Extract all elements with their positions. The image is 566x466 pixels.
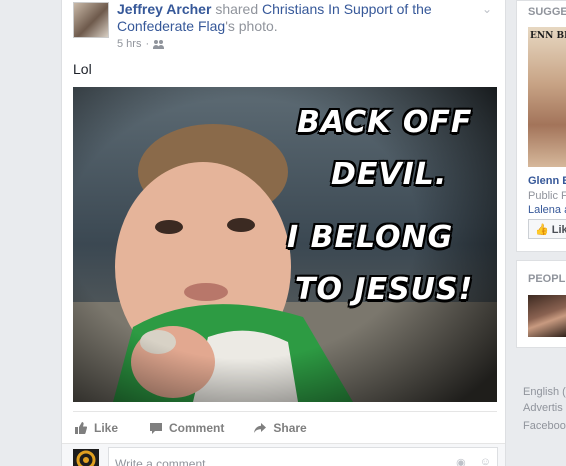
friends-audience-icon[interactable] bbox=[153, 39, 164, 49]
comment-composer: Write a comment... ◉ ☺ bbox=[62, 443, 505, 466]
share-action-button[interactable]: Share bbox=[254, 421, 307, 435]
thumbs-up-icon: 👍 bbox=[535, 224, 549, 236]
page-footer: English ( Advertis Faceboo bbox=[523, 384, 566, 434]
suggested-page-image[interactable]: ENN BECK bbox=[528, 27, 566, 167]
comment-placeholder: Write a comment... bbox=[115, 457, 216, 466]
commenter-avatar-image bbox=[76, 450, 96, 466]
suggested-page-friend-link[interactable]: Lalena a bbox=[528, 204, 566, 216]
comment-bubble-icon bbox=[150, 423, 163, 434]
meme-text-line-4: TO JESUS! bbox=[295, 272, 474, 307]
author-name-link[interactable]: Jeffrey Archer bbox=[117, 1, 211, 17]
suggested-pages-title: SUGGE bbox=[528, 6, 566, 18]
shared-text: shared bbox=[215, 1, 259, 17]
comment-input[interactable]: Write a comment... bbox=[108, 447, 498, 466]
camera-icon[interactable]: ◉ bbox=[456, 456, 466, 466]
post-actions-bar: Like Comment Share bbox=[73, 411, 497, 444]
suggested-page-image-text: ENN BECK bbox=[530, 31, 566, 41]
people-you-may-know-card: PEOPLE bbox=[516, 260, 566, 348]
shared-suffix: 's photo. bbox=[225, 18, 278, 34]
meta-separator: · bbox=[145, 38, 150, 50]
like-page-button[interactable]: 👍 Lik bbox=[528, 219, 566, 239]
person-avatar[interactable] bbox=[528, 295, 566, 337]
meme-text-line-3: I BELONG bbox=[287, 220, 454, 255]
post-card: Jeffrey Archer shared Christians In Supp… bbox=[61, 0, 506, 466]
shared-photo[interactable]: BACK OFF DEVIL. I BELONG TO JESUS! bbox=[73, 87, 497, 402]
post-headline: Jeffrey Archer shared Christians In Supp… bbox=[117, 1, 457, 35]
share-label: Share bbox=[273, 421, 307, 435]
comment-tools: ◉ ☺ bbox=[456, 456, 491, 466]
post-status-text: Lol bbox=[73, 61, 92, 77]
suggested-page-category: Public F bbox=[528, 190, 566, 202]
suggested-page-name-link[interactable]: Glenn B bbox=[528, 175, 566, 187]
thumbs-up-icon bbox=[75, 422, 87, 434]
post-meta: 5 hrs · bbox=[117, 38, 164, 50]
post-header: Jeffrey Archer shared Christians In Supp… bbox=[73, 0, 498, 56]
like-label: Like bbox=[94, 421, 119, 435]
comment-action-button[interactable]: Comment bbox=[150, 421, 224, 435]
people-title: PEOPLE bbox=[528, 273, 566, 285]
chevron-down-icon[interactable]: ⌄ bbox=[482, 2, 492, 16]
like-page-label: Lik bbox=[551, 224, 566, 236]
sticker-icon[interactable]: ☺ bbox=[480, 456, 491, 466]
facebook-copyright-link[interactable]: Faceboo bbox=[523, 420, 566, 432]
post-timestamp[interactable]: 5 hrs bbox=[117, 38, 141, 50]
language-link[interactable]: English ( bbox=[523, 386, 566, 398]
meme-text-line-1: BACK OFF bbox=[297, 105, 473, 140]
author-avatar[interactable] bbox=[73, 2, 109, 38]
comment-label: Comment bbox=[169, 421, 225, 435]
commenter-avatar bbox=[73, 449, 99, 466]
suggested-pages-card: SUGGE ENN BECK Glenn B Public F Lalena a… bbox=[516, 0, 566, 252]
meme-text-line-2: DEVIL. bbox=[331, 157, 448, 192]
share-arrow-icon bbox=[254, 423, 267, 433]
like-action-button[interactable]: Like bbox=[75, 421, 118, 435]
advertising-link[interactable]: Advertis bbox=[523, 402, 563, 414]
